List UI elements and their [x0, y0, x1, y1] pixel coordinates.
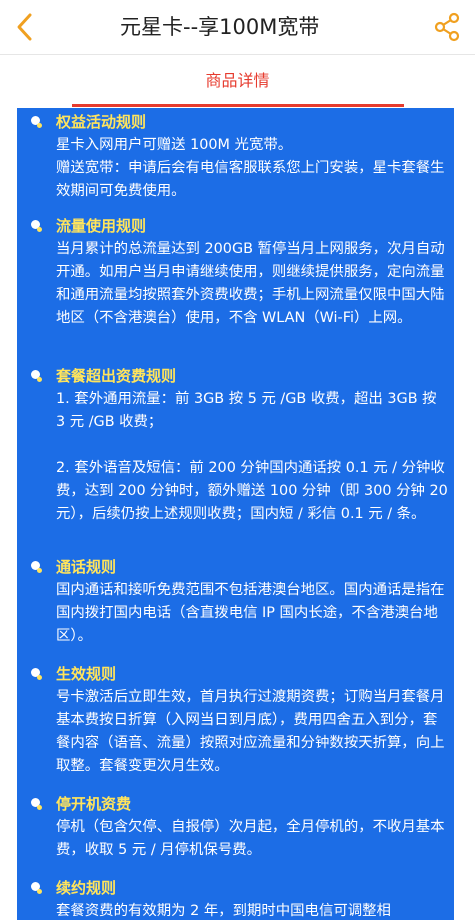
bullet-icon: [31, 668, 42, 680]
top-bar: 元星卡--享100M宽带: [0, 0, 475, 55]
section-benefits: 权益活动规则 星卡入网用户可赠送 100M 光宽带。 赠送宽带：申请后会有电信客…: [17, 110, 454, 203]
section-title: 流量使用规则: [56, 217, 147, 235]
section-paragraph: 号卡激活后立即生效，首月执行过渡期资费；订购当月套餐月基本费按日折算（入网当日到…: [56, 689, 445, 774]
tab-bar: 商品详情: [0, 55, 475, 107]
section-paragraph: 国内通话和接听免费范围不包括港澳台地区。国内通话是指在国内拨打国内电话（含直拨电…: [56, 582, 445, 644]
bullet-icon: [31, 798, 42, 810]
section-paragraph: 1. 套外通用流量：前 3GB 按 5 元 /GB 收费，超出 3GB 按 3 …: [56, 391, 437, 430]
section-title: 通话规则: [56, 558, 117, 576]
bullet-icon: [31, 882, 42, 894]
section-suspension-fees: 停开机资费 停机（包含欠停、自报停）次月起，全月停机的，不收月基本费，收取 5 …: [17, 792, 454, 862]
section-title: 续约规则: [56, 879, 117, 897]
share-button[interactable]: [431, 10, 463, 44]
bullet-icon: [31, 116, 42, 128]
section-header: 停开机资费: [17, 792, 454, 816]
section-paragraph: 停机（包含欠停、自报停）次月起，全月停机的，不收月基本费，收取 5 元 / 月停…: [56, 819, 445, 858]
section-header: 流量使用规则: [17, 214, 454, 238]
section-title: 权益活动规则: [56, 113, 147, 131]
tab-product-details[interactable]: 商品详情: [0, 55, 475, 107]
section-header: 续约规则: [17, 876, 454, 900]
section-effective-rules: 生效规则 号卡激活后立即生效，首月执行过渡期资费；订购当月套餐月基本费按日折算（…: [17, 662, 454, 778]
section-header: 权益活动规则: [17, 110, 454, 134]
section-paragraph: 星卡入网用户可赠送 100M 光宽带。: [56, 137, 293, 153]
section-header: 套餐超出资费规则: [17, 364, 454, 388]
section-data-usage: 流量使用规则 当月累计的总流量达到 200GB 暂停当月上网服务，次月自动开通。…: [17, 214, 454, 330]
bullet-icon: [31, 220, 42, 232]
section-paragraph: 套餐资费的有效期为 2 年，到期时中国电信可调整相: [56, 903, 391, 919]
section-renewal-rules: 续约规则 套餐资费的有效期为 2 年，到期时中国电信可调整相: [17, 876, 454, 920]
page-title: 元星卡--享100M宽带: [120, 15, 320, 39]
chevron-left-icon: [17, 13, 32, 41]
share-icon: [434, 12, 460, 42]
section-paragraph: 2. 套外语音及短信：前 200 分钟国内通话按 0.1 元 / 分钟收费，达到…: [56, 460, 448, 522]
bullet-icon: [31, 370, 42, 382]
section-header: 通话规则: [17, 555, 454, 579]
section-title: 停开机资费: [56, 795, 132, 813]
section-call-rules: 通话规则 国内通话和接听免费范围不包括港澳台地区。国内通话是指在国内拨打国内电话…: [17, 555, 454, 648]
product-details-content: 权益活动规则 星卡入网用户可赠送 100M 光宽带。 赠送宽带：申请后会有电信客…: [17, 108, 454, 920]
section-overage-fees: 套餐超出资费规则 1. 套外通用流量：前 3GB 按 5 元 /GB 收费，超出…: [17, 364, 454, 526]
section-paragraph: 赠送宽带：申请后会有电信客服联系您上门安装，星卡套餐生效期间可免费使用。: [56, 160, 445, 199]
section-title: 生效规则: [56, 665, 117, 683]
section-header: 生效规则: [17, 662, 454, 686]
bullet-icon: [31, 561, 42, 573]
section-paragraph: 当月累计的总流量达到 200GB 暂停当月上网服务，次月自动开通。如用户当月申请…: [56, 241, 445, 326]
section-title: 套餐超出资费规则: [56, 367, 177, 385]
back-button[interactable]: [10, 10, 40, 44]
tab-active-indicator: [72, 104, 404, 107]
